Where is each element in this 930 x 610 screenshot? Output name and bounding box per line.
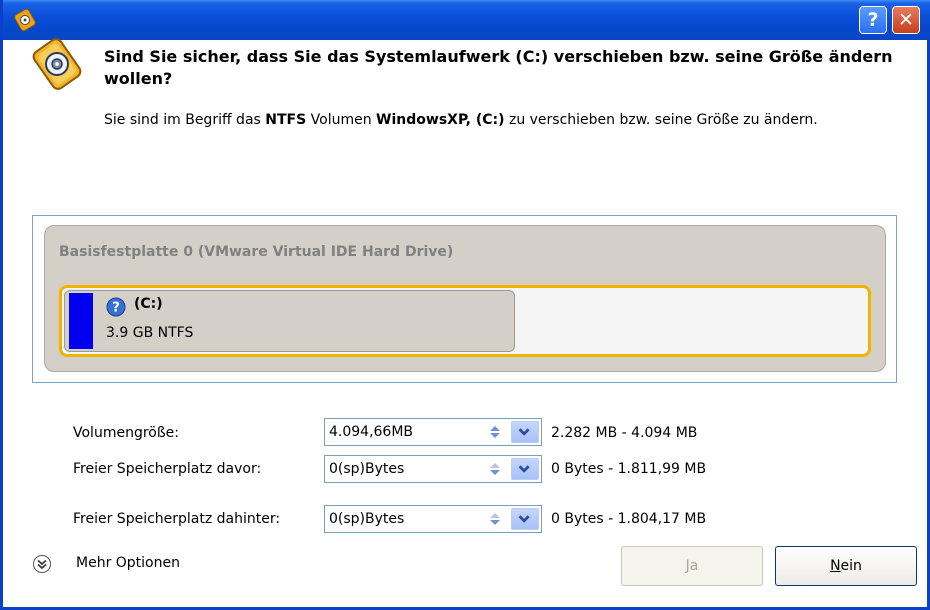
chevron-down-icon — [518, 428, 530, 436]
free-before-range: 0 Bytes - 1.811,99 MB — [551, 461, 707, 477]
partition-size: 3.9 GB NTFS — [106, 325, 194, 341]
free-before-unit-dropdown[interactable] — [511, 458, 539, 480]
desc-suffix: zu verschieben bzw. seine Größe zu änder… — [504, 112, 818, 128]
desc-fs: NTFS — [265, 112, 307, 128]
free-before-field[interactable] — [324, 455, 542, 483]
free-after-input[interactable] — [325, 506, 489, 532]
chevron-down-icon — [518, 465, 530, 473]
volume-size-input[interactable] — [325, 419, 489, 445]
free-before-label: Freier Speicherplatz davor: — [73, 461, 262, 477]
description: Sie sind im Begriff das NTFS Volumen Win… — [104, 109, 904, 132]
spinner-icon[interactable] — [484, 458, 506, 480]
partition-letter: (C:) — [134, 296, 163, 312]
volume-size-range: 2.282 MB - 4.094 MB — [551, 425, 698, 441]
desc-volume: WindowsXP, (C:) — [376, 112, 505, 128]
more-options-link[interactable]: Mehr Optionen — [76, 555, 180, 571]
volume-size-unit-dropdown[interactable] — [511, 421, 539, 443]
no-button[interactable]: Nein — [775, 546, 917, 586]
spinner-icon[interactable] — [484, 421, 506, 443]
free-after-label: Freier Speicherplatz dahinter: — [73, 511, 281, 527]
desc-prefix: Sie sind im Begriff das — [104, 112, 266, 128]
partition-color-swatch — [69, 293, 93, 349]
free-after-range: 0 Bytes - 1.804,17 MB — [551, 511, 707, 527]
no-label-rest: ein — [840, 558, 862, 574]
volume-size-label: Volumengröße: — [73, 425, 179, 441]
desc-mid: Volumen — [306, 112, 377, 128]
chevron-down-circle-icon[interactable] — [32, 554, 52, 574]
confirm-question: Sind Sie sicher, dass Sie das Systemlauf… — [104, 47, 893, 88]
free-after-field[interactable] — [324, 505, 542, 533]
volume-size-field[interactable] — [324, 418, 542, 446]
disk-title: Basisfestplatte 0 (VMware Virtual IDE Ha… — [59, 244, 454, 260]
disk-resize-icon — [32, 38, 82, 90]
no-mnemonic: N — [830, 558, 841, 574]
yes-button[interactable]: Ja — [621, 546, 763, 586]
svg-text:?: ? — [112, 301, 120, 316]
spinner-icon[interactable] — [484, 508, 506, 530]
chevron-down-icon — [518, 515, 530, 523]
question-icon: ? — [106, 297, 126, 317]
partition-used-area[interactable] — [64, 290, 515, 352]
free-after-unit-dropdown[interactable] — [511, 508, 539, 530]
free-before-input[interactable] — [325, 456, 489, 482]
yes-label-rest: a — [689, 558, 699, 574]
